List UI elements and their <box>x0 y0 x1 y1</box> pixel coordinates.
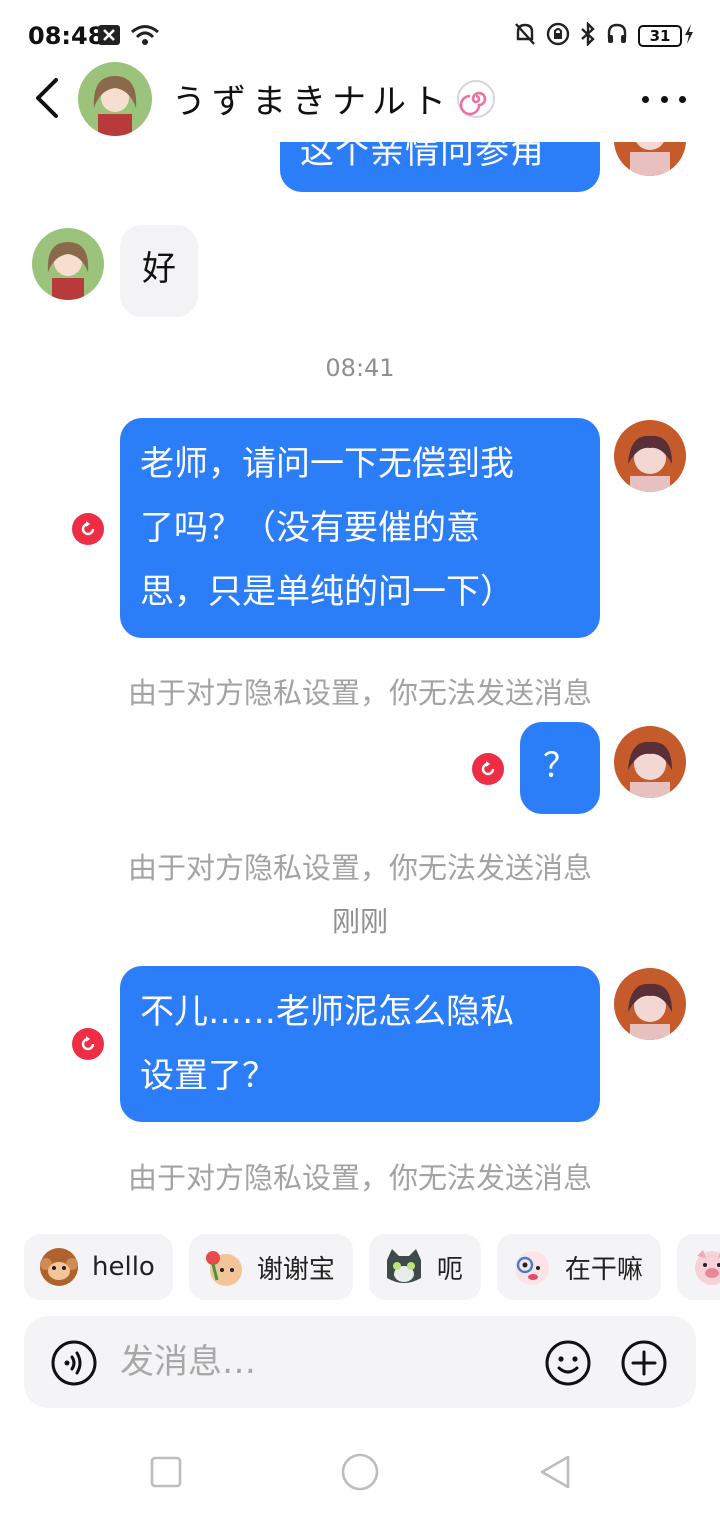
quick-reply-chip[interactable]: 在干嘛 <box>496 1234 661 1300</box>
home-button[interactable] <box>340 1452 380 1492</box>
monkey-emoji-icon <box>38 1246 80 1288</box>
quick-reply-bar[interactable]: hello 谢谢宝 呃 在干嘛 <box>24 1234 720 1300</box>
message-bubble-incoming[interactable]: 好 <box>120 225 198 317</box>
my-avatar[interactable] <box>614 726 686 798</box>
system-nav-bar <box>0 1420 720 1520</box>
triangle-back-icon <box>540 1455 570 1489</box>
circle-icon <box>341 1453 379 1491</box>
message-bubble-outgoing[interactable]: 不儿……老师泥怎么隐私 设置了？ <box>120 966 600 1122</box>
peek-emoji-icon <box>511 1246 553 1288</box>
emoji-button[interactable] <box>544 1339 592 1387</box>
contact-avatar[interactable] <box>78 62 152 136</box>
more-actions-button[interactable] <box>620 1339 668 1387</box>
flower-emoji-icon <box>203 1246 245 1288</box>
quick-reply-chip[interactable]: hello <box>24 1234 173 1300</box>
send-failed-icon[interactable] <box>72 513 104 545</box>
message-timestamp: 08:41 <box>325 354 395 382</box>
quick-reply-chip[interactable]: 呃 <box>368 1234 481 1300</box>
voice-input-button[interactable] <box>50 1339 98 1387</box>
voice-icon <box>51 1340 97 1386</box>
smiley-icon <box>545 1340 591 1386</box>
message-bubble-outgoing[interactable]: 老师，请问一下无偿到我 了吗？（没有要催的意 思，只是单纯的问一下） <box>120 418 600 638</box>
message-composer <box>24 1316 696 1408</box>
quick-reply-chip[interactable] <box>676 1234 720 1300</box>
square-icon <box>150 1456 182 1488</box>
blocked-notice: 由于对方隐私设置，你无法发送消息 <box>127 676 592 710</box>
cat-emoji-icon <box>383 1246 425 1288</box>
more-options-button[interactable] <box>642 84 686 114</box>
my-avatar[interactable] <box>614 420 686 492</box>
recent-apps-button[interactable] <box>146 1452 186 1492</box>
contact-avatar[interactable] <box>32 228 104 300</box>
message-list[interactable]: 这个亲情问参角 好 08:41 老师，请问一下无偿到我 了吗？（没有要催的意 思… <box>0 0 720 1220</box>
quick-reply-chip[interactable]: 谢谢宝 <box>188 1234 353 1300</box>
blocked-notice: 由于对方隐私设置，你无法发送消息 <box>127 851 592 885</box>
contact-name[interactable]: うずまきナルト <box>172 74 496 128</box>
send-failed-icon[interactable] <box>472 753 504 785</box>
my-avatar[interactable] <box>614 968 686 1040</box>
chat-header: うずまきナルト <box>0 58 720 142</box>
message-bubble-outgoing[interactable]: ？ <box>520 722 600 814</box>
naruto-swirl-icon <box>456 79 496 128</box>
blocked-notice: 由于对方隐私设置，你无法发送消息 <box>127 1161 592 1195</box>
send-failed-icon[interactable] <box>72 1028 104 1060</box>
message-timestamp: 刚刚 <box>331 905 388 938</box>
back-button[interactable] <box>28 76 68 120</box>
plus-icon <box>621 1340 667 1386</box>
message-input[interactable] <box>120 1336 520 1388</box>
back-nav-button[interactable] <box>536 1452 576 1492</box>
pig-emoji-icon <box>691 1246 720 1288</box>
